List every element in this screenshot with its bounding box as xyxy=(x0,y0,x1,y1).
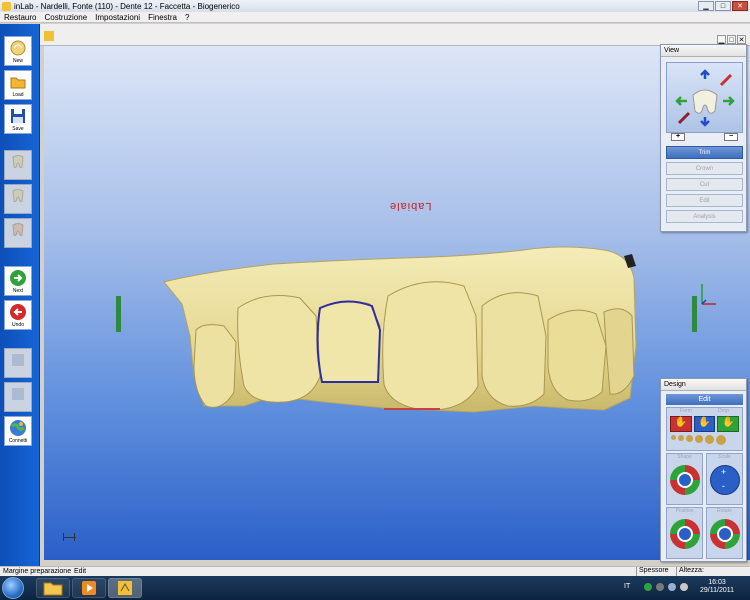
trim-button[interactable]: Trim xyxy=(666,146,743,159)
zoom-in-button[interactable]: + xyxy=(671,133,685,141)
next-arrow-icon xyxy=(8,269,28,287)
tray-status-icon[interactable] xyxy=(644,583,652,591)
tooth-icon xyxy=(8,187,28,205)
menu-help[interactable]: ? xyxy=(185,13,189,22)
title-bar: inLab - Nardelli, Fonte (110) - Dente 12… xyxy=(0,0,750,12)
menu-restauro[interactable]: Restauro xyxy=(4,13,36,22)
toolbar-button-9[interactable] xyxy=(4,348,32,378)
undo-button[interactable]: Undo xyxy=(4,300,32,330)
view-back-arrow-icon xyxy=(719,73,733,87)
viewport-restore-button[interactable]: □ xyxy=(727,35,736,44)
inlab-icon xyxy=(118,581,132,595)
status-mode: Margine preparazione xyxy=(3,568,72,575)
viewport-minimize-button[interactable]: ▁ xyxy=(717,35,726,44)
form-tool-group: Form Drop ✋ ✋ ✋ xyxy=(666,407,743,451)
toolbar-button-6[interactable] xyxy=(4,218,32,248)
minimize-button[interactable]: ▁ xyxy=(698,1,714,11)
toolbar-button-10[interactable] xyxy=(4,382,32,412)
teeth-model[interactable] xyxy=(44,46,750,560)
scale-indicator xyxy=(63,533,76,541)
crown-button[interactable]: Crown xyxy=(666,162,743,175)
menu-impostazioni[interactable]: Impostazioni xyxy=(95,13,140,22)
hand-smooth-icon[interactable]: ✋ xyxy=(717,416,740,432)
window-controls: ▁ □ ✕ xyxy=(698,1,748,11)
scale-tool-group: Scale + - xyxy=(706,453,743,505)
clock-time: 16:03 xyxy=(708,579,726,586)
start-button[interactable] xyxy=(2,577,24,599)
taskbar-inlab[interactable] xyxy=(108,578,142,598)
view-front-arrow-icon xyxy=(677,111,691,125)
window-title: inLab - Nardelli, Fonte (110) - Dente 12… xyxy=(14,1,240,11)
save-button[interactable]: Save xyxy=(4,104,32,134)
clock[interactable]: 16:03 29/11/2011 xyxy=(700,579,734,595)
3d-viewport[interactable]: Labiale xyxy=(44,46,750,560)
view-top-arrow-icon xyxy=(700,69,710,79)
status-action: Edit xyxy=(74,568,87,575)
menu-finestra[interactable]: Finestra xyxy=(148,13,177,22)
view-left-arrow-icon xyxy=(675,96,687,106)
edit-view-button[interactable]: Edit xyxy=(666,194,743,207)
design-edit-button[interactable]: Edit xyxy=(666,394,743,405)
undo-arrow-icon xyxy=(8,303,28,321)
folder-icon xyxy=(8,73,28,91)
tooth-icon xyxy=(8,153,28,171)
document-icon xyxy=(44,31,54,41)
tool-icon xyxy=(8,385,28,403)
close-button[interactable]: ✕ xyxy=(732,1,748,11)
toolbar-button-4[interactable] xyxy=(4,150,32,180)
tray-volume-icon[interactable] xyxy=(680,583,688,591)
maximize-button[interactable]: □ xyxy=(715,1,731,11)
design-panel-title: Design xyxy=(661,379,746,391)
design-panel: Design Edit Form Drop ✋ ✋ ✋ Shape Scale … xyxy=(660,378,747,562)
analysis-button[interactable]: Analysis xyxy=(666,210,743,223)
app-icon xyxy=(2,1,11,11)
viewport-close-button[interactable]: ✕ xyxy=(737,35,746,44)
viewport-controls: ▁ □ ✕ xyxy=(717,35,746,44)
cut-button[interactable]: Cut xyxy=(666,178,743,191)
status-bar: Margine preparazione Edit Spessore Altez… xyxy=(0,566,750,577)
load-button[interactable]: Load xyxy=(4,70,32,100)
menu-costruzione[interactable]: Costruzione xyxy=(44,13,87,22)
folder-icon xyxy=(43,582,63,596)
hand-add-icon[interactable]: ✋ xyxy=(670,416,692,432)
zoom-out-button[interactable]: − xyxy=(724,133,738,141)
tray-battery-icon[interactable] xyxy=(668,583,676,591)
taskbar-explorer[interactable] xyxy=(36,578,70,598)
left-toolbar: New Load Save Next Undo Connetti xyxy=(0,24,40,566)
view-mode-list: Trim Crown Cut Edit Analysis xyxy=(666,146,743,226)
hand-move-icon[interactable]: ✋ xyxy=(693,416,716,432)
menu-bar: Restauro Costruzione Impostazioni Finest… xyxy=(0,12,750,23)
position-tool-group: Position xyxy=(666,507,703,559)
viewport-header: ▁ □ ✕ xyxy=(40,24,750,46)
system-tray: IT 16:03 29/11/2011 xyxy=(620,576,750,600)
taskbar-media-player[interactable] xyxy=(72,578,106,598)
view-panel-title: View xyxy=(661,45,746,57)
clock-date: 29/11/2011 xyxy=(700,587,734,594)
shape-tool-group: Shape xyxy=(666,453,703,505)
view-bottom-arrow-icon xyxy=(700,117,710,127)
tray-network-icon[interactable] xyxy=(656,583,664,591)
language-indicator[interactable]: IT xyxy=(624,583,630,590)
new-icon xyxy=(8,39,28,57)
floppy-icon xyxy=(8,107,28,125)
globe-icon xyxy=(8,419,28,437)
tool-icon xyxy=(8,351,28,369)
tooth-icon xyxy=(8,221,28,239)
toolbar-button-5[interactable] xyxy=(4,184,32,214)
view-panel: View + − Trim Crown Cut Edit Analysis xyxy=(660,44,747,232)
rotate-tool-group: Rotate xyxy=(706,507,743,559)
media-player-icon xyxy=(82,581,96,595)
taskbar: IT 16:03 29/11/2011 xyxy=(0,576,750,600)
new-button[interactable]: New xyxy=(4,36,32,66)
view-right-arrow-icon xyxy=(723,96,735,106)
connetti-button[interactable]: Connetti xyxy=(4,416,32,446)
next-button[interactable]: Next xyxy=(4,266,32,296)
brush-size-selector[interactable] xyxy=(667,433,742,447)
view-orientation-cube[interactable] xyxy=(666,62,743,133)
